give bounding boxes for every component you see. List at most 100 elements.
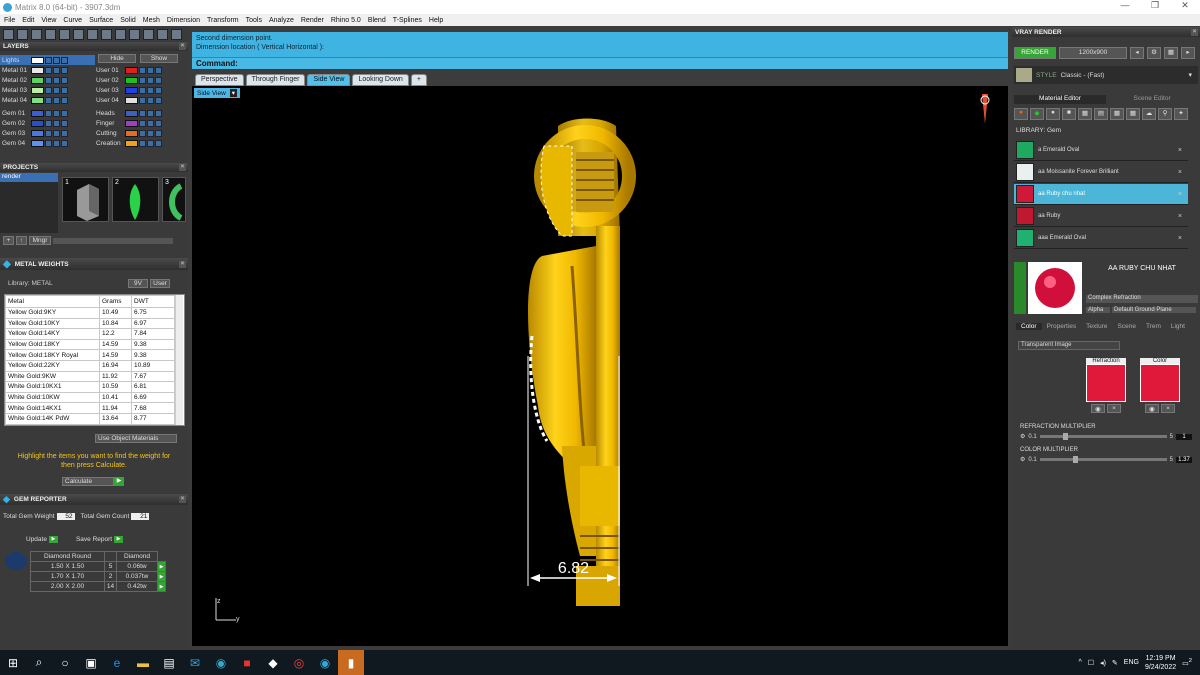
layer-menu-icon[interactable] <box>61 66 68 74</box>
menu-t-splines[interactable]: T-Splines <box>393 17 422 24</box>
visibility-icon[interactable] <box>147 86 154 94</box>
layer-menu-icon[interactable] <box>155 139 162 147</box>
gem-icon[interactable]: ◆ <box>1030 108 1044 120</box>
table-row[interactable]: 1.50 X 1.50 5 0.06tw ▶ <box>30 561 166 572</box>
play-icon[interactable]: ▶ <box>157 571 166 582</box>
visibility-icon[interactable] <box>147 66 154 74</box>
layer-row[interactable]: Metal 01 <box>0 65 95 75</box>
add-project-button[interactable]: + <box>3 236 14 245</box>
tab-side-view[interactable]: Side View <box>307 74 351 86</box>
material-item[interactable]: aa Ruby × <box>1014 206 1188 227</box>
layer-menu-icon[interactable] <box>61 139 68 147</box>
layer-row[interactable]: Creation <box>94 138 186 148</box>
show-button[interactable]: Show <box>140 54 178 63</box>
refr-value[interactable]: 1 <box>1176 433 1192 440</box>
app-icon[interactable]: ◉ <box>208 650 234 675</box>
projects-scrollbar[interactable] <box>53 238 173 244</box>
pick-icon[interactable]: ◉ <box>1091 404 1105 413</box>
layer-menu-icon[interactable] <box>61 86 68 94</box>
refraction-swatch[interactable] <box>1086 364 1126 402</box>
layer-color-swatch[interactable] <box>31 129 44 137</box>
play-icon[interactable]: ▶ <box>157 581 166 592</box>
visibility-icon[interactable] <box>53 129 60 137</box>
menu-mesh[interactable]: Mesh <box>143 17 160 24</box>
layer-color-swatch[interactable] <box>125 129 138 137</box>
play-icon[interactable]: ▶ <box>114 477 124 486</box>
remove-icon[interactable]: × <box>1178 191 1182 198</box>
menu-edit[interactable]: Edit <box>22 17 34 24</box>
preview-collapse-button[interactable] <box>1014 262 1026 314</box>
clear-icon[interactable]: × <box>1107 404 1121 413</box>
lock-icon[interactable] <box>139 66 146 74</box>
menu-dimension[interactable]: Dimension <box>167 17 200 24</box>
project-item-render[interactable]: render <box>0 173 58 182</box>
layer-menu-icon[interactable] <box>61 56 68 64</box>
language-indicator[interactable]: ENG <box>1124 659 1139 666</box>
subtab-light[interactable]: Light <box>1166 323 1190 330</box>
table-row[interactable]: White Gold:14KX1 11.94 7.68 <box>5 402 175 414</box>
rhino-icon[interactable]: ◆ <box>260 650 286 675</box>
visibility-icon[interactable] <box>147 119 154 127</box>
menu-transform[interactable]: Transform <box>207 17 239 24</box>
tab-perspective[interactable]: Perspective <box>195 74 244 86</box>
layer-color-swatch[interactable] <box>125 66 138 74</box>
lock-icon[interactable] <box>45 66 52 74</box>
subtab-scene[interactable]: Scene <box>1113 323 1141 330</box>
lock-icon[interactable] <box>45 119 52 127</box>
metal-table-scrollbar[interactable] <box>175 295 183 425</box>
material-item[interactable]: aa Ruby chu nhat × <box>1014 184 1188 205</box>
layer-menu-icon[interactable] <box>61 109 68 117</box>
tab-add[interactable]: + <box>410 74 427 86</box>
lock-icon[interactable] <box>139 109 146 117</box>
light-icon[interactable]: ✦ <box>1174 108 1188 120</box>
pattern-icon[interactable]: ▤ <box>1094 108 1108 120</box>
color-swatch[interactable] <box>1140 364 1180 402</box>
tab-scene-editor[interactable]: Scene Editor <box>1106 95 1198 104</box>
menu-surface[interactable]: Surface <box>89 17 113 24</box>
hide-button[interactable]: Hide <box>98 54 136 63</box>
lock-icon[interactable] <box>139 119 146 127</box>
material-item[interactable]: aa Moissanite Forever Brilliant × <box>1014 162 1188 183</box>
menu-tools[interactable]: Tools <box>246 17 262 24</box>
material-item[interactable]: aaa Emerald Oval × <box>1014 228 1188 249</box>
menu-solid[interactable]: Solid <box>120 17 136 24</box>
cube-tool-icon[interactable] <box>73 28 84 40</box>
window-tool-icon[interactable] <box>17 28 28 40</box>
windows-start-icon[interactable]: ⊞ <box>0 650 26 675</box>
layer-color-swatch[interactable] <box>125 96 138 104</box>
layer-row[interactable]: Gem 02 <box>0 118 95 128</box>
layer-menu-icon[interactable] <box>61 76 68 84</box>
remove-icon[interactable]: × <box>1178 169 1182 176</box>
layer-menu-icon[interactable] <box>155 129 162 137</box>
lock-icon[interactable] <box>139 76 146 84</box>
lock-icon[interactable] <box>45 109 52 117</box>
tab-through-finger[interactable]: Through Finger <box>245 74 306 86</box>
play-icon[interactable]: ▶ <box>48 536 58 543</box>
lock-icon[interactable] <box>45 56 52 64</box>
menu-analyze[interactable]: Analyze <box>269 17 294 24</box>
lock-icon[interactable] <box>45 129 52 137</box>
remove-icon[interactable]: × <box>1178 213 1182 220</box>
chevron-down-icon[interactable]: ▾ <box>1188 71 1192 79</box>
remove-icon[interactable]: × <box>1178 235 1182 242</box>
material-item[interactable]: a Emerald Oval × <box>1014 140 1188 161</box>
material-icon[interactable]: ■ <box>1062 108 1076 120</box>
command-line[interactable]: Command: <box>192 57 1008 69</box>
volume-icon[interactable]: ◂) <box>1100 659 1106 667</box>
close-icon[interactable]: × <box>179 496 186 503</box>
matrix-icon[interactable]: ◉ <box>312 650 338 675</box>
visibility-icon[interactable] <box>53 119 60 127</box>
layer-row[interactable]: Gem 01 <box>0 108 95 118</box>
layer-row[interactable]: User 02 <box>94 75 186 85</box>
notification-icon[interactable]: ▭2 <box>1182 658 1192 667</box>
menu-rhino-5-0[interactable]: Rhino 5.0 <box>331 17 361 24</box>
subtab-texture[interactable]: Texture <box>1081 323 1112 330</box>
lock-icon[interactable] <box>139 129 146 137</box>
pin-icon[interactable]: ⚲ <box>1158 108 1172 120</box>
expand-icon[interactable]: ▸ <box>1181 47 1195 59</box>
grid-icon[interactable]: ▦ <box>1164 47 1178 59</box>
save-report-button[interactable]: Save Report <box>76 536 112 543</box>
layer-menu-icon[interactable] <box>61 119 68 127</box>
render-button[interactable]: RENDER <box>1014 47 1056 59</box>
visibility-icon[interactable] <box>53 96 60 104</box>
